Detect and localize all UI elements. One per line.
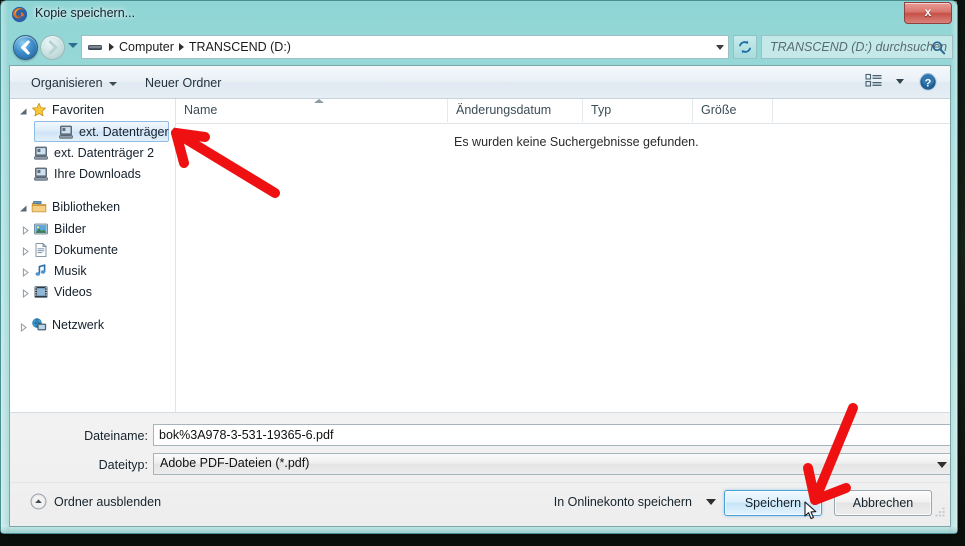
svg-text:?: ? <box>925 77 932 89</box>
filetype-selected-value: Adobe PDF-Dateien (*.pdf) <box>160 456 310 470</box>
back-arrow-icon <box>20 40 30 55</box>
organize-menu-button[interactable]: Organisieren <box>22 72 126 95</box>
breadcrumb-separator-icon <box>178 43 184 51</box>
view-mode-icon[interactable] <box>860 72 888 93</box>
chevron-down-icon <box>706 499 716 505</box>
refresh-button[interactable] <box>733 35 757 59</box>
sidebar-item-label: ext. Datenträger 2 <box>54 145 155 160</box>
breadcrumb-item-computer[interactable]: Computer <box>117 40 176 54</box>
back-button[interactable] <box>13 35 38 60</box>
sidebar-item-ext-datentraeger-2[interactable]: ext. Datenträger 2 <box>10 142 175 163</box>
empty-results-message: Es wurden keine Suchergebnisse gefunden. <box>454 135 699 149</box>
address-chevron-down-icon[interactable] <box>716 45 724 50</box>
videos-icon <box>33 284 49 300</box>
column-header-modified[interactable]: Änderungsdatum <box>448 99 583 122</box>
view-mode-chevron-down-icon[interactable] <box>896 79 904 84</box>
filetype-select[interactable]: Adobe PDF-Dateien (*.pdf) <box>153 453 950 475</box>
breadcrumb: Computer TRANSCEND (D:) <box>86 36 293 58</box>
twisty-collapsed-icon[interactable] <box>20 223 31 236</box>
music-icon <box>33 263 49 279</box>
organize-label: Organisieren <box>31 76 103 90</box>
online-account-label: In Onlinekonto speichern <box>553 495 692 509</box>
sidebar-item-dokumente[interactable]: Dokumente <box>10 239 175 260</box>
online-account-dropdown[interactable]: In Onlinekonto speichern <box>554 495 716 509</box>
chevron-down-icon <box>937 462 947 468</box>
close-button[interactable]: x <box>904 2 952 24</box>
sidebar-item-label: ext. Datenträger 1 <box>79 124 176 139</box>
breadcrumb-separator-icon <box>109 43 114 51</box>
sidebar-group-netzwerk[interactable]: Netzwerk <box>10 314 175 336</box>
dialog-client-area: Organisieren Neuer Ordner ? Favoriten ex… <box>9 65 951 527</box>
star-icon <box>31 102 47 118</box>
sidebar-group-label: Netzwerk <box>52 318 105 332</box>
sidebar-item-label: Videos <box>54 284 92 299</box>
firefox-icon <box>11 6 28 23</box>
cancel-button[interactable]: Abbrechen <box>834 490 932 516</box>
chevron-down-icon <box>108 81 117 86</box>
navigation-bar: Computer TRANSCEND (D:) TRANSCEND (D:) d… <box>9 31 953 65</box>
window-title: Kopie speichern... <box>35 6 136 20</box>
resize-grip-icon[interactable] <box>934 505 946 523</box>
sidebar-group-bibliotheken[interactable]: Bibliotheken <box>10 196 175 218</box>
filename-input[interactable] <box>153 424 950 446</box>
twisty-collapsed-icon[interactable] <box>20 265 31 278</box>
removable-drive-icon <box>86 40 104 54</box>
column-header-name[interactable]: Name <box>176 99 448 122</box>
column-header-row: Name Änderungsdatum Typ Größe <box>176 99 950 124</box>
search-placeholder: TRANSCEND (D:) durchsuchen <box>770 40 948 54</box>
file-list-pane[interactable]: Name Änderungsdatum Typ Größe Es wurden … <box>176 99 950 412</box>
new-folder-button[interactable]: Neuer Ordner <box>136 72 230 95</box>
navigation-pane[interactable]: Favoriten ext. Datenträger 1 ext. Datent… <box>10 99 176 412</box>
removable-disk-icon <box>58 124 74 140</box>
removable-disk-icon <box>33 166 49 182</box>
refresh-icon <box>739 40 751 54</box>
sidebar-item-label: Bilder <box>54 221 86 236</box>
twisty-collapsed-icon[interactable] <box>18 320 29 332</box>
save-button[interactable]: Speichern <box>724 490 822 516</box>
sidebar-group-label: Bibliotheken <box>52 200 121 214</box>
removable-disk-icon <box>33 145 49 161</box>
column-header-type[interactable]: Typ <box>583 99 693 122</box>
sidebar-item-label: Dokumente <box>54 242 118 257</box>
filetype-label: Dateityp: <box>98 458 148 472</box>
forward-arrow-icon <box>48 40 58 55</box>
twisty-expanded-icon[interactable] <box>18 105 29 116</box>
forward-button[interactable] <box>40 35 65 60</box>
chevron-up-circle-icon <box>30 493 47 510</box>
hide-folders-label: Ordner ausblenden <box>54 494 162 509</box>
twisty-collapsed-icon[interactable] <box>20 244 31 257</box>
sidebar-item-bilder[interactable]: Bilder <box>10 218 175 239</box>
address-bar[interactable]: Computer TRANSCEND (D:) <box>81 35 729 59</box>
search-input[interactable]: TRANSCEND (D:) durchsuchen <box>761 35 953 59</box>
filename-label: Dateiname: <box>84 429 148 443</box>
recent-locations-chevron-down-icon[interactable] <box>68 43 78 48</box>
help-icon[interactable]: ? <box>918 72 938 92</box>
breadcrumb-item-transcend[interactable]: TRANSCEND (D:) <box>187 40 293 54</box>
sidebar-item-ihre-downloads[interactable]: Ihre Downloads <box>10 163 175 184</box>
hide-folders-button[interactable]: Ordner ausblenden <box>30 493 161 510</box>
sidebar-group-favoriten[interactable]: Favoriten <box>10 99 175 121</box>
sidebar-item-label: Musik <box>54 263 87 278</box>
pictures-icon <box>33 221 49 237</box>
sidebar-item-label: Ihre Downloads <box>54 166 141 181</box>
sort-ascending-icon <box>314 99 324 103</box>
title-bar: Kopie speichern... x <box>1 1 957 29</box>
twisty-expanded-icon[interactable] <box>18 202 29 213</box>
sidebar-item-ext-datentraeger-1[interactable]: ext. Datenträger 1 <box>34 121 175 142</box>
search-icon <box>931 40 946 60</box>
sidebar-item-videos[interactable]: Videos <box>10 281 175 302</box>
column-header-size[interactable]: Größe <box>693 99 773 122</box>
network-icon <box>31 317 47 333</box>
command-toolbar: Organisieren Neuer Ordner ? <box>10 66 950 99</box>
twisty-collapsed-icon[interactable] <box>20 286 31 299</box>
libraries-icon <box>31 199 47 215</box>
dialog-bottom-bar: Ordner ausblenden In Onlinekonto speiche… <box>10 482 950 526</box>
sidebar-item-musik[interactable]: Musik <box>10 260 175 281</box>
documents-icon <box>33 242 49 258</box>
window-left-edge <box>1 1 9 533</box>
save-copy-dialog-window: Kopie speichern... x Computer TRANSCEND … <box>0 0 958 534</box>
sidebar-group-label: Favoriten <box>52 103 105 117</box>
